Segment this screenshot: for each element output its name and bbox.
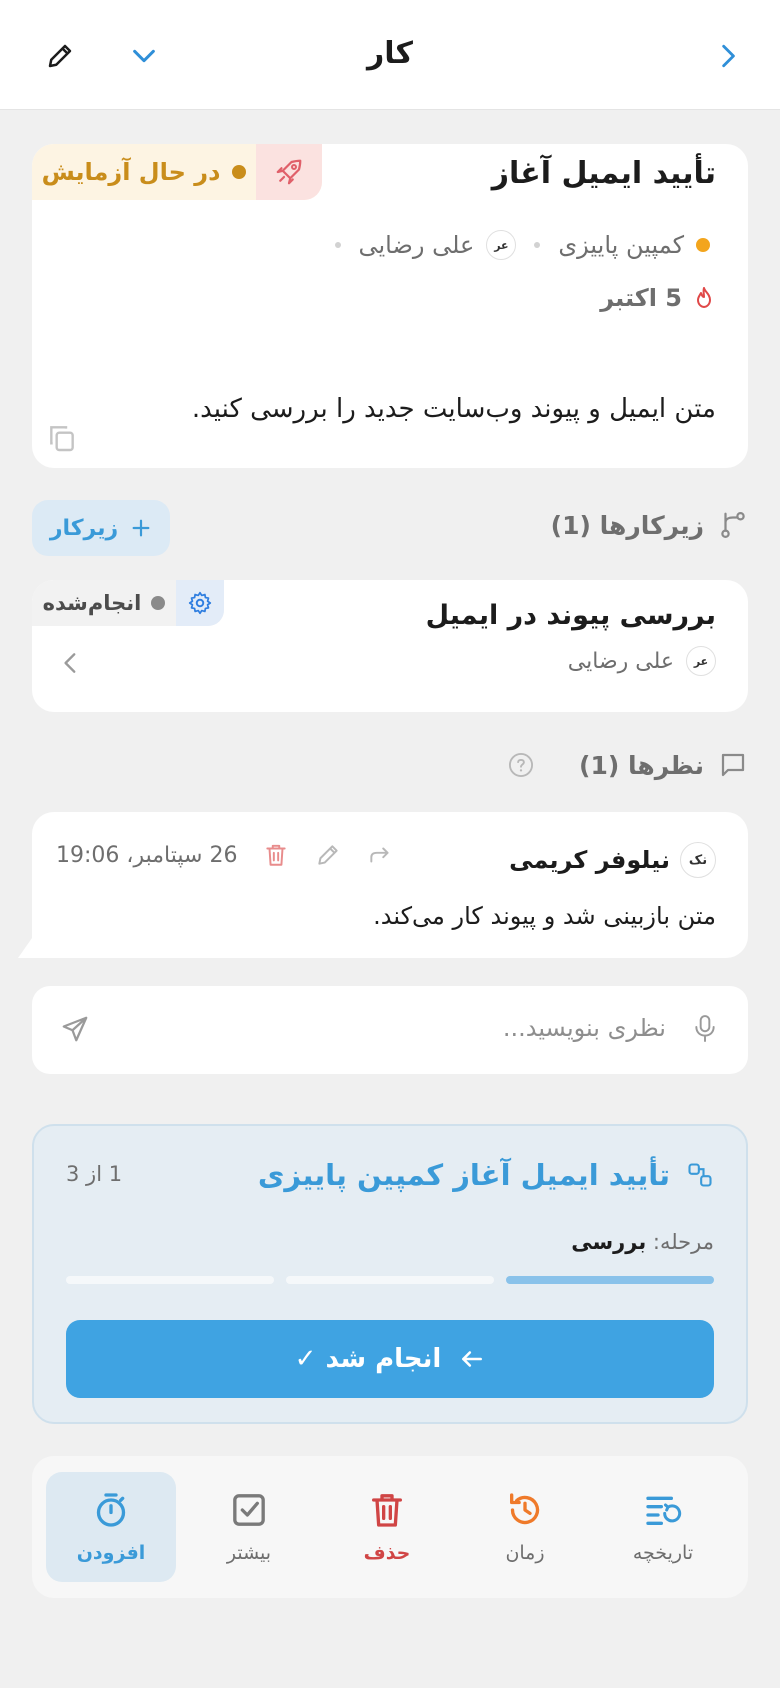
separator-dot <box>334 242 341 248</box>
workflow-icon <box>688 1163 712 1187</box>
task-description: متن ایمیل و پیوند وب‌سایت جدید را بررسی … <box>191 394 716 424</box>
list-history-icon <box>646 1496 682 1525</box>
microphone-icon <box>695 1015 715 1042</box>
due-date[interactable]: 5 اکتبر <box>600 284 716 312</box>
workflow-stage: مرحله: بررسی <box>571 1230 714 1254</box>
due-date-label: 5 اکتبر <box>600 284 682 312</box>
assignee-name[interactable]: علی رضایی <box>359 231 475 259</box>
workflow-title-label: تأیید ایمیل آغاز کمپین پاییزی <box>257 1158 670 1192</box>
author-name: نیلوفر کریمی <box>509 846 670 874</box>
status-label: انجام‌شده <box>42 591 142 615</box>
edit-button[interactable] <box>38 34 82 78</box>
chevron-left-icon <box>64 653 76 673</box>
delete-button[interactable]: حذف <box>322 1472 452 1582</box>
status-label: در حال آزمایش <box>41 158 221 186</box>
checkbox-icon <box>233 1494 265 1526</box>
workflow-title[interactable]: تأیید ایمیل آغاز کمپین پاییزی <box>258 1158 714 1192</box>
subtask-title: بررسی پیوند در ایمیل <box>425 600 716 631</box>
copy-button[interactable] <box>46 422 78 454</box>
task-meta: کمپین پاییزی عر علی رضایی <box>329 230 710 260</box>
comment-placeholder: نظری بنویسید... <box>502 1014 666 1042</box>
comment-input[interactable]: نظری بنویسید... <box>32 986 748 1074</box>
subtask-status-badge[interactable]: انجام‌شده <box>32 580 224 626</box>
comments-header: نظرها (1) <box>507 750 748 780</box>
stage-value: بررسی <box>571 1230 647 1254</box>
status-dot <box>232 165 247 179</box>
timer-add-icon <box>96 1493 126 1527</box>
open-subtask-button[interactable] <box>58 650 84 676</box>
comment-card: نک نیلوفر کریمی 26 سپتامبر، 19:06 متن با… <box>32 812 748 958</box>
avatar: عر <box>486 230 517 260</box>
trash-icon <box>372 1494 402 1527</box>
mic-button[interactable] <box>692 1012 718 1044</box>
done-button[interactable]: انجام شد ✓ <box>66 1320 714 1398</box>
campaign-label[interactable]: کمپین پاییزی <box>558 231 684 259</box>
copy-icon <box>50 426 74 452</box>
plus-icon <box>132 519 150 537</box>
task-card: تأیید ایمیل آغاز در حال آزمایش کمپین پای… <box>32 144 748 468</box>
send-button[interactable] <box>60 1014 90 1044</box>
status-badge: در حال آزمایش <box>32 144 256 200</box>
status-badge: انجام‌شده <box>32 580 176 626</box>
separator-dot <box>534 242 541 248</box>
status-dot <box>151 596 166 610</box>
comment-bubble-tail <box>18 938 32 958</box>
workflow-step-count: 1 از 3 <box>66 1162 123 1186</box>
subtasks-header: زیرکارها (1) <box>551 510 748 540</box>
history-button[interactable]: تاریخچه <box>598 1472 728 1582</box>
assignee-name: علی رضایی <box>567 648 674 674</box>
workflow-card: تأیید ایمیل آغاز کمپین پاییزی 1 از 3 مرح… <box>32 1124 748 1424</box>
history-clock-icon <box>510 1493 540 1525</box>
collapse-button[interactable] <box>122 34 166 78</box>
delete-label: حذف <box>363 1542 411 1564</box>
comment-actions: 26 سپتامبر، 19:06 <box>56 842 393 868</box>
done-button-label: انجام شد ✓ <box>294 1344 442 1374</box>
more-label: بیشتر <box>226 1542 272 1564</box>
help-icon[interactable] <box>507 751 535 779</box>
avatar: عر <box>686 646 716 676</box>
add-subtask-label: زیرکار <box>49 515 119 541</box>
stage-label: مرحله: <box>652 1230 714 1254</box>
flame-icon <box>697 287 711 308</box>
add-subtask-button[interactable]: زیرکار <box>32 500 170 556</box>
time-button[interactable]: زمان <box>460 1472 590 1582</box>
avatar: نک <box>680 842 716 878</box>
rocket-badge <box>256 144 322 200</box>
send-icon <box>62 1016 88 1042</box>
progress-segment <box>506 1276 714 1284</box>
task-title: تأیید ایمیل آغاز <box>491 156 716 191</box>
subtask-assignee: عر علی رضایی <box>568 646 716 676</box>
add-label: افزودن <box>76 1542 146 1564</box>
pencil-icon <box>48 44 72 68</box>
rocket-icon <box>276 159 302 185</box>
subtasks-title: زیرکارها (1) <box>550 510 704 540</box>
top-bar: کار <box>0 0 780 110</box>
arrow-left-icon <box>462 1351 483 1367</box>
bottom-action-bar: افزودن بیشتر حذف زمان تاریخچه <box>32 1456 748 1598</box>
comment-text: متن بازبینی شد و پیوند کار می‌کند. <box>373 902 716 930</box>
comment-time: 26 سپتامبر، 19:06 <box>56 842 238 868</box>
progress-segment <box>66 1276 274 1284</box>
time-label: زمان <box>505 1542 545 1564</box>
history-label: تاریخچه <box>632 1542 694 1564</box>
comment-author: نک نیلوفر کریمی <box>509 842 716 878</box>
page-title: کار <box>367 36 413 71</box>
subtask-card[interactable]: بررسی پیوند در ایمیل انجام‌شده عر علی رض… <box>32 580 748 712</box>
gear-icon <box>188 591 212 615</box>
more-button[interactable]: بیشتر <box>184 1472 314 1582</box>
task-status-badge[interactable]: در حال آزمایش <box>32 144 322 200</box>
add-time-button[interactable]: افزودن <box>46 1472 176 1582</box>
chevron-down-icon <box>133 49 155 63</box>
trash-icon[interactable] <box>263 842 289 868</box>
workflow-progress <box>66 1276 714 1284</box>
progress-segment <box>286 1276 494 1284</box>
pencil-icon[interactable] <box>315 842 341 868</box>
forward-icon[interactable] <box>367 842 393 868</box>
comment-icon <box>721 753 745 777</box>
branch-icon <box>721 512 745 538</box>
comments-title: نظرها (1) <box>579 750 704 780</box>
gear-badge <box>176 580 224 626</box>
campaign-dot <box>696 238 710 252</box>
